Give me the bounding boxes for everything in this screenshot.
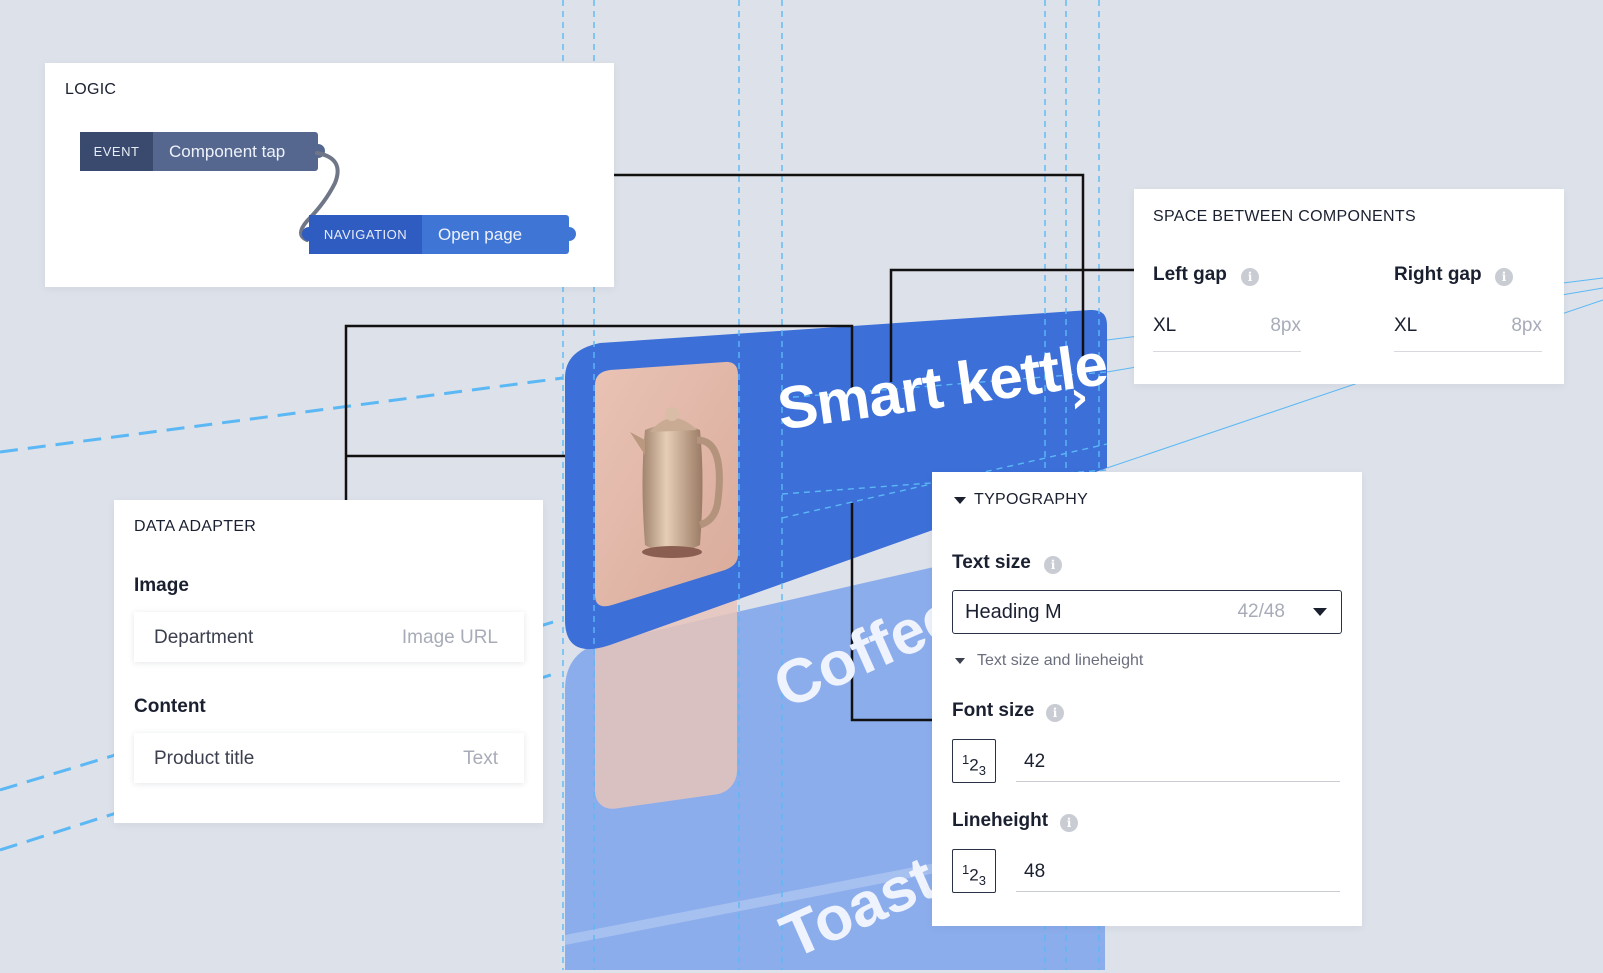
font-size-label: Font size: [952, 700, 1035, 721]
content-field[interactable]: Product title Text: [134, 733, 524, 783]
left-gap-field[interactable]: XL 8px: [1153, 307, 1301, 352]
text-size-meta: 42/48: [1237, 601, 1285, 622]
content-label: Content: [134, 696, 206, 717]
image-field[interactable]: Department Image URL: [134, 612, 524, 662]
text-size-label: Text size: [952, 552, 1031, 573]
navigation-output-port[interactable]: [562, 227, 576, 241]
font-size-value: 42: [1024, 751, 1046, 772]
lineheight-value: 48: [1024, 861, 1046, 882]
text-size-value: Heading M: [965, 601, 1062, 623]
left-gap-value: XL: [1153, 315, 1177, 336]
image-label: Image: [134, 575, 189, 596]
number-format-icon: 123: [952, 739, 996, 783]
right-gap-field[interactable]: XL 8px: [1394, 307, 1542, 352]
text-size-sub-label[interactable]: Text size and lineheight: [977, 652, 1143, 670]
navigation-input-port[interactable]: [302, 227, 316, 241]
logic-panel: LOGIC EVENT Component tap NAVIGATION Ope…: [45, 63, 614, 287]
lineheight-label: Lineheight: [952, 810, 1049, 831]
typography-title: TYPOGRAPHY: [974, 491, 1089, 508]
info-icon[interactable]: i: [1241, 268, 1259, 286]
navigation-tag: NAVIGATION: [309, 215, 422, 254]
navigation-node[interactable]: NAVIGATION Open page: [302, 215, 576, 254]
typography-panel: TYPOGRAPHY Text size i Heading M 42/48 T…: [932, 472, 1362, 926]
left-gap-label: Left gap: [1153, 264, 1227, 285]
right-gap-unit: 8px: [1511, 315, 1542, 336]
font-size-input[interactable]: 42: [1016, 739, 1340, 782]
info-icon[interactable]: i: [1046, 704, 1064, 722]
left-gap-unit: 8px: [1270, 315, 1301, 336]
caret-down-icon[interactable]: [954, 497, 966, 504]
caret-down-icon[interactable]: [955, 658, 965, 664]
image-field-hint: Image URL: [401, 627, 498, 648]
chevron-down-icon: [1313, 608, 1327, 616]
info-icon[interactable]: i: [1495, 268, 1513, 286]
info-icon[interactable]: i: [1044, 556, 1062, 574]
right-gap-label: Right gap: [1394, 264, 1482, 285]
content-field-hint: Text: [463, 748, 498, 769]
info-icon[interactable]: i: [1060, 814, 1078, 832]
data-adapter-panel: DATA ADAPTER Image Department Image URL …: [114, 500, 543, 823]
image-field-value: Department: [154, 627, 254, 648]
navigation-value: Open page: [422, 215, 569, 254]
text-size-select[interactable]: Heading M 42/48: [952, 590, 1342, 634]
content-field-value: Product title: [154, 748, 255, 769]
data-adapter-title: DATA ADAPTER: [134, 518, 257, 535]
spacing-title: SPACE BETWEEN COMPONENTS: [1153, 208, 1416, 225]
lineheight-input[interactable]: 48: [1016, 849, 1340, 892]
right-gap-value: XL: [1394, 315, 1418, 336]
number-format-icon: 123: [952, 849, 996, 893]
spacing-panel: SPACE BETWEEN COMPONENTS Left gap i XL 8…: [1134, 189, 1564, 384]
